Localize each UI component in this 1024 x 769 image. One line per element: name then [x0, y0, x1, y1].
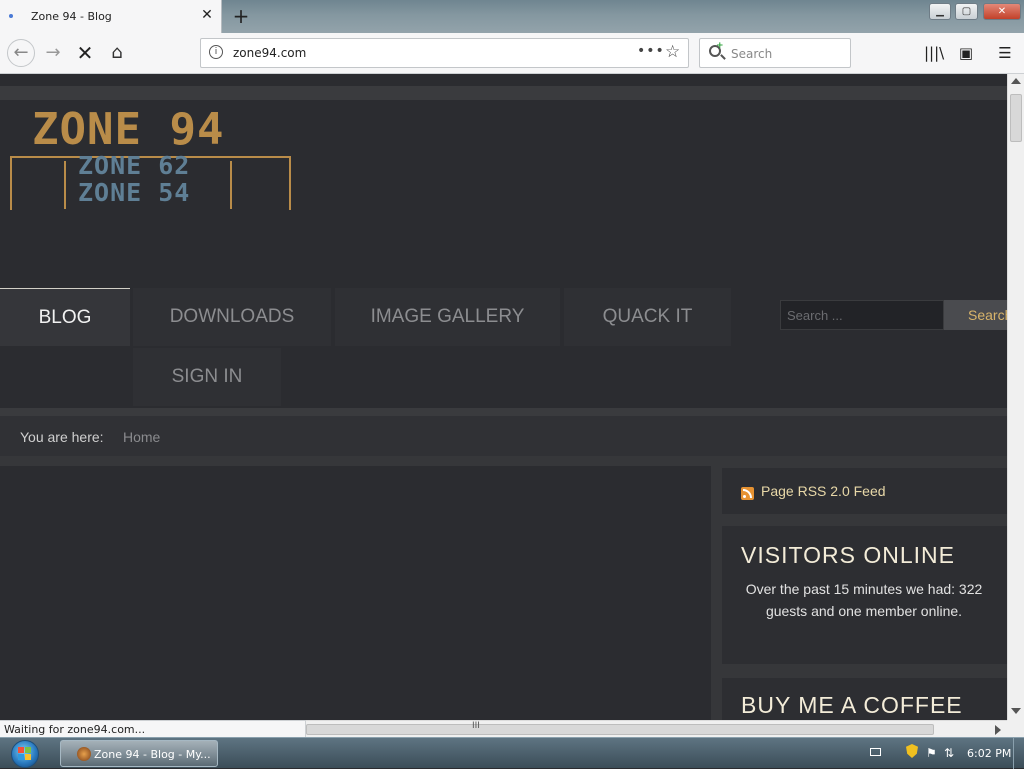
firefox-icon: [77, 747, 91, 761]
url-text[interactable]: zone94.com: [233, 46, 306, 60]
breadcrumb-label: You are here:: [20, 429, 104, 445]
site-logo[interactable]: ZONE 94 ZONE 62 ZONE 54: [8, 104, 293, 210]
star-icon[interactable]: ☆: [665, 42, 680, 62]
browser-tab[interactable]: Zone 94 - Blog ✕: [0, 0, 222, 33]
minimize-button[interactable]: ▁: [929, 3, 951, 20]
site-search-input[interactable]: Search ...: [780, 300, 944, 330]
coffee-widget: BUY ME A COFFEE: [722, 678, 1007, 720]
back-arrow-icon[interactable]: ←: [7, 39, 35, 67]
site-search-button[interactable]: Search: [944, 300, 1007, 330]
windows-logo-blue: [18, 754, 24, 760]
browser-search-input[interactable]: + Search: [699, 38, 851, 68]
breadcrumb: You are here: Home: [0, 416, 1007, 456]
visitors-title: VISITORS ONLINE: [741, 542, 955, 568]
menu-quack-it[interactable]: QUACK IT: [564, 288, 731, 346]
taskbar-item-label: Zone 94 - Blog - My...: [94, 748, 211, 761]
divider: [0, 408, 1007, 416]
breadcrumb-home: Home: [123, 429, 161, 445]
rss-widget[interactable]: Page RSS 2.0 Feed: [722, 468, 1007, 514]
web-page: ZONE 94 ZONE 62 ZONE 54 BLOG DOWNLOADS I…: [0, 74, 1007, 720]
site-search-placeholder: Search ...: [787, 308, 843, 323]
library-icon[interactable]: |||\: [924, 43, 944, 63]
divider: [0, 456, 1007, 466]
close-window-button[interactable]: ✕: [983, 3, 1021, 20]
flag-icon[interactable]: ⚑: [926, 746, 937, 760]
sidebar-icon[interactable]: ▣: [956, 43, 976, 63]
search-placeholder: Search: [731, 47, 773, 61]
menu-downloads[interactable]: DOWNLOADS: [133, 288, 331, 346]
scroll-right-icon[interactable]: [995, 725, 1001, 735]
info-icon[interactable]: i: [209, 45, 223, 59]
loading-icon: [9, 14, 13, 18]
tab-title: Zone 94 - Blog: [31, 10, 112, 23]
vertical-scroll-thumb[interactable]: [1010, 94, 1022, 142]
shield-icon[interactable]: [906, 744, 918, 758]
new-tab-button[interactable]: +: [232, 3, 250, 29]
address-bar[interactable]: i zone94.com ••• ☆: [200, 38, 689, 68]
logo-title: ZONE 94: [32, 104, 225, 155]
taskbar: Zone 94 - Blog - My... ⚑ ⇅ 6:02 PM: [0, 737, 1024, 769]
coffee-title: BUY ME A COFFEE: [741, 692, 963, 718]
forward-arrow-icon[interactable]: →: [40, 40, 66, 66]
main-content: [0, 468, 709, 720]
keyboard-icon[interactable]: [870, 748, 881, 756]
menu-sign-in[interactable]: SIGN IN: [133, 348, 281, 406]
status-text: Waiting for zone94.com...: [4, 723, 146, 736]
page-actions-icon[interactable]: •••: [637, 43, 665, 59]
scroll-up-icon[interactable]: [1011, 78, 1021, 84]
logo-subtitle-2: ZONE 54: [78, 178, 191, 207]
windows-logo-red: [18, 747, 24, 753]
status-bar: Waiting for zone94.com...: [0, 720, 306, 737]
horizontal-scroll-thumb[interactable]: [306, 724, 934, 735]
scroll-corner: [1007, 720, 1024, 737]
stop-icon[interactable]: ✕: [72, 40, 98, 66]
menu-image-gallery[interactable]: IMAGE GALLERY: [335, 288, 560, 346]
visitors-text: Over the past 15 minutes we had: 322 gue…: [745, 581, 983, 619]
rss-link[interactable]: Page RSS 2.0 Feed: [761, 483, 886, 499]
header-strip: [0, 86, 1007, 100]
rss-icon: [741, 487, 754, 500]
network-icon[interactable]: ⇅: [944, 746, 954, 760]
visitors-widget: VISITORS ONLINE Over the past 15 minutes…: [722, 526, 1007, 664]
maximize-button[interactable]: ▢: [955, 3, 978, 20]
tab-close-icon[interactable]: ✕: [200, 7, 214, 23]
hamburger-menu-icon[interactable]: ☰: [995, 43, 1015, 63]
home-icon[interactable]: ⌂: [104, 40, 130, 66]
add-search-icon: +: [716, 41, 724, 51]
windows-logo-green: [25, 747, 31, 753]
system-clock[interactable]: 6:02 PM: [967, 747, 1011, 760]
menu-blog[interactable]: BLOG: [0, 288, 130, 346]
windows-logo-yellow: [25, 754, 31, 760]
taskbar-firefox-item[interactable]: Zone 94 - Blog - My...: [60, 740, 218, 767]
horizontal-scrollbar[interactable]: III: [306, 720, 1007, 737]
tab-strip: Zone 94 - Blog ✕ + ▁ ▢ ✕: [0, 0, 1024, 33]
navigation-toolbar: ← → ✕ ⌂ i zone94.com ••• ☆ + Search |||\…: [0, 33, 1024, 74]
logo-subtitle-1: ZONE 62: [78, 151, 191, 180]
scroll-down-icon[interactable]: [1011, 708, 1021, 714]
show-desktop-button[interactable]: [1013, 738, 1024, 769]
vertical-scrollbar[interactable]: [1007, 74, 1024, 720]
windows-start-icon[interactable]: [5, 739, 45, 768]
scroll-grip-icon: III: [472, 721, 480, 731]
